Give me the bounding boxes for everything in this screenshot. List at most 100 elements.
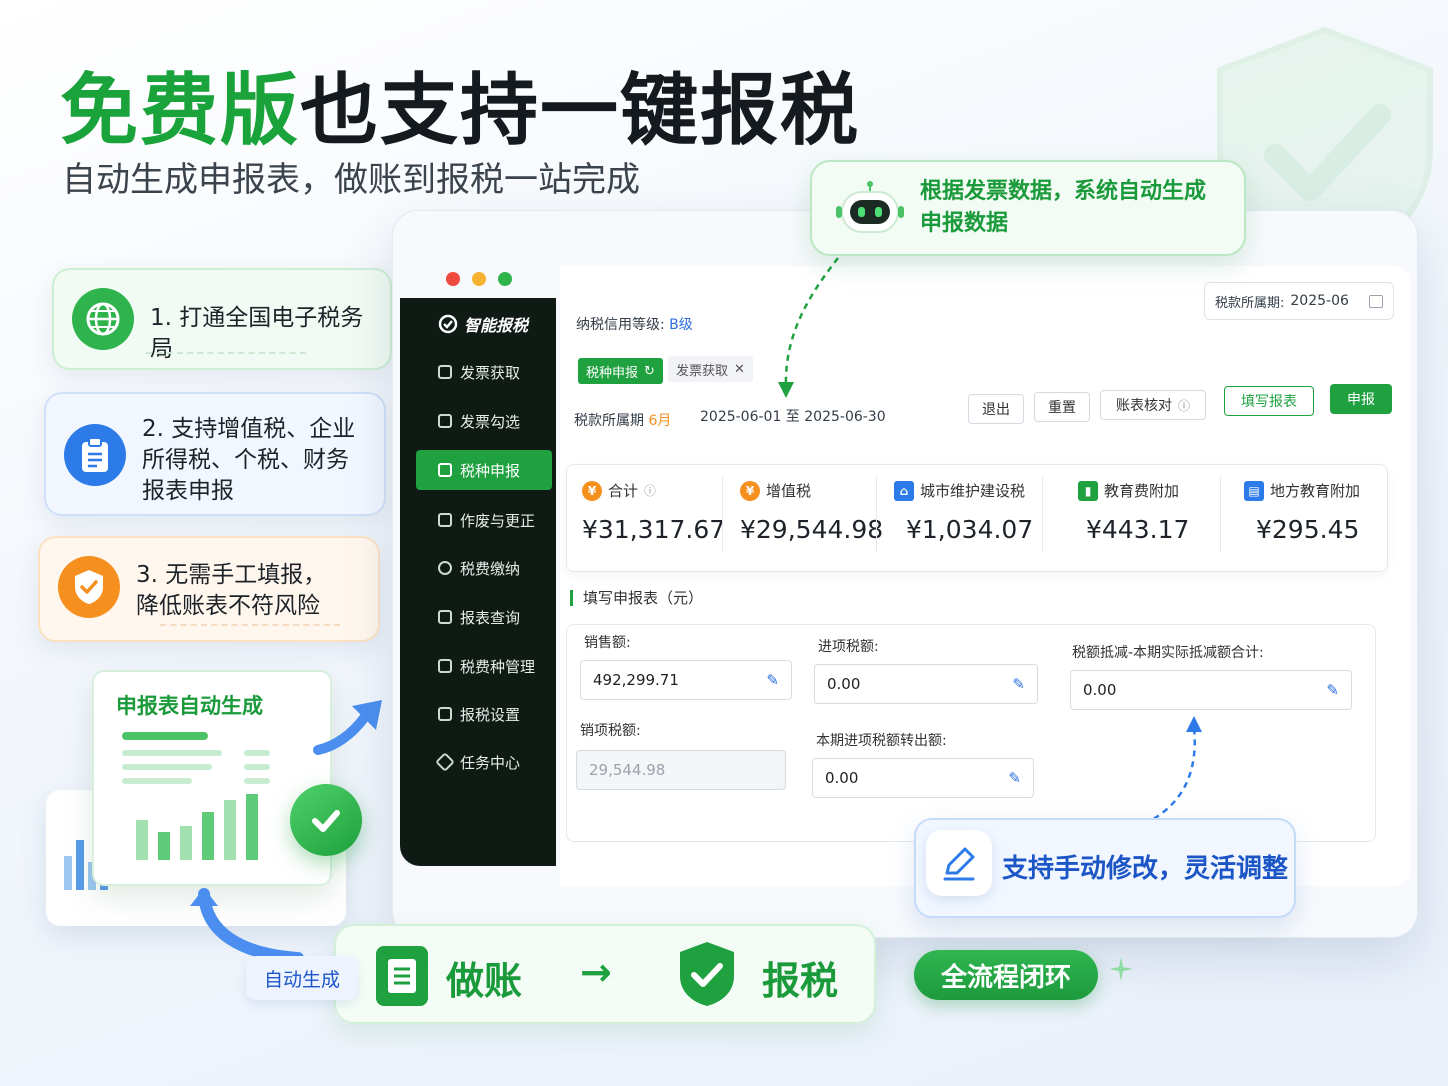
period-row: 税款所属期 6月 [574,410,671,430]
declare-icon [438,463,452,477]
credit-value: B级 [669,317,693,333]
hero-subtitle: 自动生成申报表，做账到报税一站完成 [62,160,640,200]
doc-title: 申报表自动生成 [116,694,263,718]
transfer-input[interactable]: 0.00 ✎ [812,758,1034,798]
tab-tax-declare[interactable]: 税种申报 ↻ [578,358,663,384]
clipboard-icon [64,424,126,486]
close-icon[interactable]: ✕ [734,362,745,377]
declare-button[interactable]: 申报 [1330,384,1392,414]
form-section-title: 填写申报表（元） [570,590,703,606]
deduction-label: 税额抵减-本期实际抵减额合计: [1072,645,1264,661]
sidebar-item-label: 报税设置 [460,705,521,724]
pencil-icon[interactable]: ✎ [1326,681,1339,699]
fill-report-button[interactable]: 填写报表 [1224,386,1314,416]
window-minimize-button[interactable] [472,272,486,286]
hero-title-rest: 也支持一键报税 [300,66,861,156]
auto-generate-pill: 自动生成 [246,956,358,1000]
summary-total-label: 合计 [608,482,639,500]
feature-card-2: 2. 支持增值税、企业 所得税、个税、财务 报表申报 [44,392,386,516]
period-picker-label: 税款所属期: [1215,295,1285,311]
exit-button[interactable]: 退出 [968,394,1024,424]
check-circle-icon [290,784,362,856]
period-picker-value: 2025-06 [1290,293,1349,309]
sidebar-item-report-query[interactable]: 报表查询 [416,597,552,637]
local-edu-icon: ▤ [1244,480,1264,501]
input-tax-input[interactable]: 0.00 ✎ [814,664,1038,704]
feature-text-3: 3. 无需手工填报， 降低账表不符风险 [136,562,327,619]
output-tax-label: 销项税额: [580,723,641,739]
fill-report-button-label: 填写报表 [1241,394,1297,410]
dashed-arrow-up-icon [1143,716,1202,826]
sidebar-item-tax-payment[interactable]: 税费缴纳 [416,548,552,588]
sidebar-item-label: 发票获取 [460,363,521,382]
hero-title: 免费版也支持一键报税 [60,48,860,160]
sidebar-item-void-correct[interactable]: 作废与更正 [416,500,552,540]
sidebar-item-tax-declare[interactable]: 税种申报 [416,450,552,490]
window-close-button[interactable] [446,272,460,286]
sidebar-item-invoice-select[interactable]: 发票勾选 [416,401,552,441]
tab-invoice-fetch[interactable]: 发票获取 ✕ [668,356,753,382]
sidebar-item-label: 作废与更正 [460,511,536,530]
hero-title-highlight: 免费版 [60,66,301,156]
sidebar-item-label: 税种申报 [460,461,521,480]
refresh-icon[interactable]: ↻ [644,364,655,379]
input-tax-value: 0.00 [827,675,861,693]
sidebar-item-tax-settings[interactable]: 报税设置 [416,694,552,734]
full-process-pill: 全流程闭环 [914,950,1098,1000]
sidebar-item-task-center[interactable]: 任务中心 [416,742,552,782]
tab-label: 税种申报 [586,365,639,381]
reconcile-button[interactable]: 账表核对 ⓘ [1100,390,1206,420]
summary-city-tax-value: ¥1,034.07 [906,515,1034,544]
summary-local-edu-label: 地方教育附加 [1270,482,1361,500]
summary-total-value: ¥31,317.67 [582,515,726,544]
sales-input[interactable]: 492,299.71 ✎ [580,660,792,700]
task-icon [435,752,455,772]
manage-icon [438,659,452,673]
flow-arrow-icon: → [580,950,612,994]
summary-city-tax-label: 城市维护建设税 [920,482,1026,500]
feature-card-1: 1. 打通全国电子税务局 [52,268,392,370]
reset-button[interactable]: 重置 [1034,392,1090,422]
globe-icon [72,288,134,350]
summary-divider [1220,476,1221,552]
feature-1-divider [146,352,306,354]
period-picker[interactable]: 税款所属期: 2025-06 [1204,282,1394,320]
auto-generate-callout-text: 根据发票数据，系统自动生成 申报数据 [920,179,1207,236]
sidebar-item-label: 税费种管理 [460,657,536,676]
summary-vat-value: ¥29,544.98 [740,515,884,544]
help-icon: ⓘ [1177,398,1190,413]
bookkeeping-label: 做账 [446,959,523,1003]
deduction-input[interactable]: 0.00 ✎ [1070,670,1352,710]
feature-card-3: 3. 无需手工填报， 降低账表不符风险 [38,536,380,642]
period-month: 6月 [648,413,672,429]
sidebar-item-invoice-fetch[interactable]: 发票获取 [416,352,552,392]
bookkeeping-icon [376,946,428,1006]
window-maximize-button[interactable] [498,272,512,286]
sidebar-item-label: 任务中心 [460,753,521,772]
edit-pen-icon [926,830,992,896]
pay-icon [438,561,452,575]
tab-label: 发票获取 [676,363,729,379]
app-logo-text: 智能报税 [464,316,529,335]
sales-label: 销售额: [584,635,631,651]
flow-arrow-up-icon [313,700,382,755]
input-tax-label: 进项税额: [818,639,879,655]
shield-check-icon [58,556,120,618]
dashed-arrow-down-icon [778,257,839,398]
exit-button-label: 退出 [982,402,1010,418]
pencil-icon[interactable]: ✎ [766,671,779,689]
pencil-icon[interactable]: ✎ [1008,769,1021,787]
period-range: 2025-06-01 至 2025-06-30 [700,409,886,425]
pencil-icon[interactable]: ✎ [1012,675,1025,693]
summary-vat-label: 增值税 [766,482,812,500]
transfer-label: 本期进项税额转出额: [816,733,947,749]
sidebar-item-tax-type-manage[interactable]: 税费种管理 [416,646,552,686]
period-label: 税款所属期 [574,413,644,429]
edit-icon [438,513,452,527]
summary-local-edu-value: ¥295.45 [1256,515,1360,544]
tax-shield-icon [676,940,738,1008]
calendar-icon [1369,294,1383,308]
credit-rating: 纳税信用等级: B级 [576,314,693,334]
credit-label: 纳税信用等级: [576,317,665,333]
feature-text-2: 2. 支持增值税、企业 所得税、个税、财务 报表申报 [142,416,356,504]
